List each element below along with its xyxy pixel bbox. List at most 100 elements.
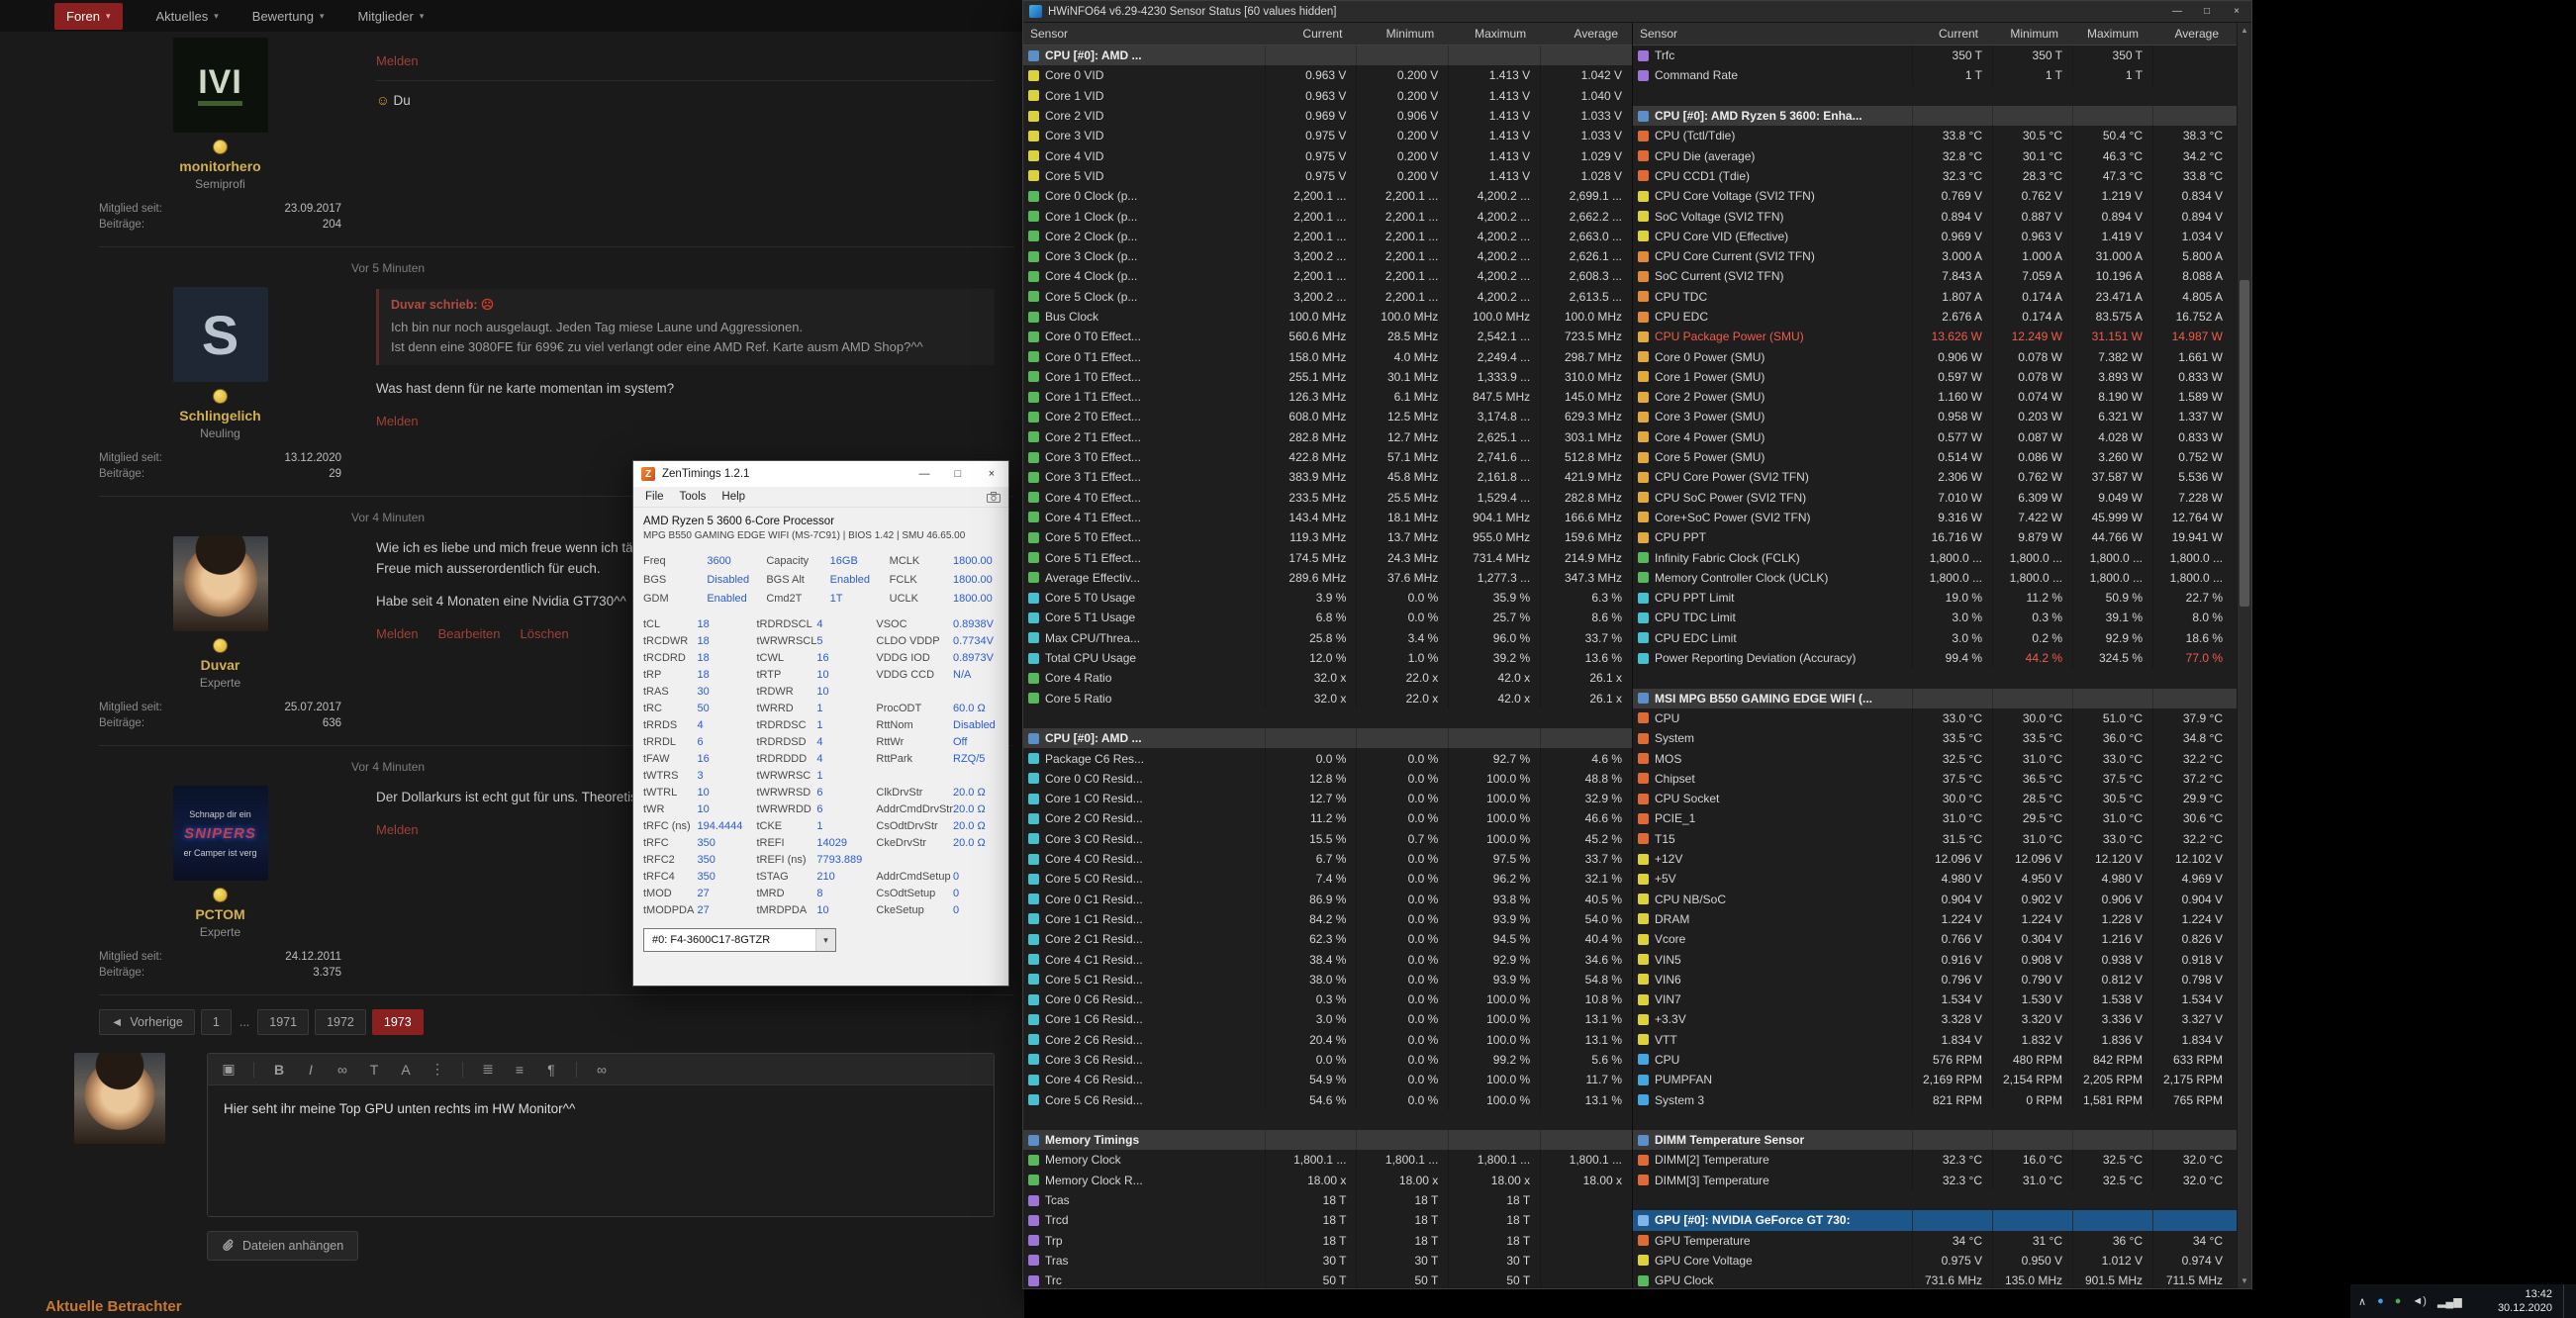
sensor-row[interactable]: PUMPFAN2,169 RPM2,154 RPM2,205 RPM2,175 … [1633, 1070, 2237, 1089]
sensor-row[interactable]: CPU Socket30.0 °C28.5 °C30.5 °C29.9 °C [1633, 789, 2237, 808]
sensor-row[interactable]: Core 0 Clock (p...2,200.1 ...2,200.1 ...… [1023, 186, 1632, 206]
sensor-row[interactable]: Core 5 T1 Effect...174.5 MHz24.3 MHz731.… [1023, 547, 1632, 567]
sensor-row[interactable]: Package C6 Res...0.0 %0.0 %92.7 %4.6 % [1023, 748, 1632, 768]
scrollbar[interactable]: ▲ ▼ [2237, 23, 2251, 1288]
link-button[interactable]: ∞ [335, 1062, 349, 1078]
sensor-row[interactable]: CPU (Tctl/Tdie)33.8 °C30.5 °C50.4 °C38.3… [1633, 126, 2237, 145]
löschen-link[interactable]: Löschen [521, 626, 569, 641]
sensor-row[interactable]: Tcas18 T18 T18 T [1023, 1190, 1632, 1210]
sensor-section-row[interactable]: MSI MPG B550 GAMING EDGE WIFI (... [1633, 689, 2237, 708]
sensor-row[interactable]: CPU PPT Limit19.0 %11.2 %50.9 %22.7 % [1633, 588, 2237, 608]
sensor-row[interactable]: Core 1 Power (SMU)0.597 W0.078 W3.893 W0… [1633, 367, 2237, 387]
sensor-row[interactable]: CPU576 RPM480 RPM842 RPM633 RPM [1633, 1050, 2237, 1070]
sensor-row[interactable]: Core 1 C6 Resid...3.0 %0.0 %100.0 %13.1 … [1023, 1009, 1632, 1029]
sensor-row[interactable]: CPU EDC2.676 A0.174 A83.575 A16.752 A [1633, 307, 2237, 327]
sensor-row[interactable]: Core 0 T1 Effect...158.0 MHz4.0 MHz2,249… [1023, 346, 1632, 366]
sensor-row[interactable]: Core 5 Clock (p...3,200.2 ...2,200.1 ...… [1023, 287, 1632, 307]
page-button-1973[interactable]: 1973 [372, 1009, 424, 1035]
melden-link[interactable]: Melden [376, 53, 419, 68]
sensor-row[interactable]: VTT1.834 V1.832 V1.836 V1.834 V [1633, 1030, 2237, 1050]
sensor-row[interactable]: Core 5 T0 Effect...119.3 MHz13.7 MHz955.… [1023, 527, 1632, 547]
sensor-row[interactable]: Core 1 C1 Resid...84.2 %0.0 %93.9 %54.0 … [1023, 909, 1632, 929]
sensor-row[interactable]: PCIE_131.0 °C29.5 °C31.0 °C30.6 °C [1633, 808, 2237, 828]
zentimings-titlebar[interactable]: Z ZenTimings 1.2.1 — □ × [633, 461, 1008, 487]
sensor-row[interactable]: Core 5 T0 Usage3.9 %0.0 %35.9 %6.3 % [1023, 588, 1632, 608]
sensor-row[interactable]: Core 4 Power (SMU)0.577 W0.087 W4.028 W0… [1633, 427, 2237, 447]
menu-tools[interactable]: Tools [672, 491, 715, 503]
sensor-row[interactable]: SoC Voltage (SVI2 TFN)0.894 V0.887 V0.89… [1633, 206, 2237, 226]
sensor-row[interactable]: Core 5 C0 Resid...7.4 %0.0 %96.2 %32.1 % [1023, 869, 1632, 889]
sensor-row[interactable]: Core 0 C6 Resid...0.3 %0.0 %100.0 %10.8 … [1023, 989, 1632, 1009]
attach-files-button[interactable]: Dateien anhängen [207, 1231, 358, 1261]
page-button-1971[interactable]: 1971 [257, 1009, 309, 1035]
sensor-row[interactable]: DRAM1.224 V1.224 V1.228 V1.224 V [1633, 909, 2237, 929]
sensor-row[interactable]: DIMM[3] Temperature32.3 °C31.0 °C32.5 °C… [1633, 1171, 2237, 1190]
sensor-row[interactable]: Core 2 T0 Effect...608.0 MHz12.5 MHz3,17… [1023, 407, 1632, 426]
sensor-row[interactable]: VIN50.916 V0.908 V0.938 V0.918 V [1633, 949, 2237, 969]
current-user-avatar[interactable] [74, 1053, 165, 1144]
volume-icon[interactable]: ◄) [2412, 1295, 2427, 1307]
list-button[interactable]: ≣ [481, 1061, 495, 1078]
sensor-row[interactable]: Memory Clock1,800.1 ...1,800.1 ...1,800.… [1023, 1150, 1632, 1170]
sensor-row[interactable]: Power Reporting Deviation (Accuracy)99.4… [1633, 648, 2237, 668]
sensor-row[interactable]: Core 1 C0 Resid...12.7 %0.0 %100.0 %32.9… [1023, 789, 1632, 808]
network-icon[interactable]: ▂▄▆ [2437, 1295, 2462, 1308]
taskbar-clock[interactable]: 13:42 30.12.2020 [2498, 1287, 2552, 1316]
scroll-up-icon[interactable]: ▲ [2238, 23, 2251, 38]
sensor-row[interactable]: Memory Clock R...18.00 x18.00 x18.00 x18… [1023, 1171, 1632, 1190]
page-button-1972[interactable]: 1972 [315, 1009, 366, 1035]
sensor-row[interactable]: Core 2 Clock (p...2,200.1 ...2,200.1 ...… [1023, 227, 1632, 246]
sensor-row[interactable]: GPU Clock731.6 MHz135.0 MHz901.5 MHz711.… [1633, 1271, 2237, 1288]
sensor-row[interactable]: CPU TDC1.807 A0.174 A23.471 A4.805 A [1633, 287, 2237, 307]
sensor-row[interactable]: Infinity Fabric Clock (FCLK)1,800.0 ...1… [1633, 547, 2237, 567]
sensor-section-row[interactable]: CPU [#0]: AMD ... [1023, 728, 1632, 748]
sensor-row[interactable]: CPU TDC Limit3.0 %0.3 %39.1 %8.0 % [1633, 608, 2237, 627]
sensor-row[interactable]: VIN60.796 V0.790 V0.812 V0.798 V [1633, 970, 2237, 989]
sensor-row[interactable]: CPU Core Voltage (SVI2 TFN)0.769 V0.762 … [1633, 186, 2237, 206]
sensor-row[interactable]: +12V12.096 V12.096 V12.120 V12.102 V [1633, 849, 2237, 869]
sensor-row[interactable]: CPU EDC Limit3.0 %0.2 %92.9 %18.6 % [1633, 628, 2237, 648]
nav-item-aktuelles[interactable]: Aktuelles▾ [156, 9, 219, 24]
sensor-row[interactable]: +3.3V3.328 V3.320 V3.336 V3.327 V [1633, 1009, 2237, 1029]
screenshot-camera-icon[interactable] [987, 492, 1001, 503]
scrollbar-thumb[interactable] [2240, 280, 2249, 607]
sensor-row[interactable]: Core 5 T1 Usage6.8 %0.0 %25.7 %8.6 % [1023, 608, 1632, 627]
menu-help[interactable]: Help [714, 491, 753, 503]
melden-link[interactable]: Melden [376, 626, 419, 641]
sensor-row[interactable]: T1531.5 °C31.0 °C33.0 °C32.2 °C [1633, 829, 2237, 849]
sensor-row[interactable]: CPU Core VID (Effective)0.969 V0.963 V1.… [1633, 227, 2237, 246]
avatar[interactable] [173, 536, 268, 631]
sensor-row[interactable]: CPU CCD1 (Tdie)32.3 °C28.3 °C47.3 °C33.8… [1633, 166, 2237, 186]
scroll-down-icon[interactable]: ▼ [2238, 1273, 2251, 1288]
sensor-row[interactable]: Core 4 C0 Resid...6.7 %0.0 %97.5 %33.7 % [1023, 849, 1632, 869]
bold-button[interactable]: B [272, 1062, 286, 1078]
italic-button[interactable]: I [304, 1062, 318, 1078]
sensor-row[interactable]: CPU PPT16.716 W9.879 W44.766 W19.941 W [1633, 527, 2237, 547]
sensor-row[interactable]: Core 2 VID0.969 V0.906 V1.413 V1.033 V [1023, 106, 1632, 126]
paragraph-button[interactable]: ¶ [544, 1062, 558, 1078]
sensor-row[interactable]: DIMM[2] Temperature32.3 °C16.0 °C32.5 °C… [1633, 1150, 2237, 1170]
previous-page-button[interactable]: ◄Vorherige [99, 1009, 195, 1035]
maximize-button[interactable]: □ [2192, 1, 2222, 22]
sensor-row[interactable]: Command Rate1 T1 T1 T [1633, 65, 2237, 85]
sensor-row[interactable]: System 3821 RPM0 RPM1,581 RPM765 RPM [1633, 1089, 2237, 1109]
menu-file[interactable]: File [637, 491, 672, 503]
sensor-row[interactable]: Max CPU/Threa...25.8 %3.4 %96.0 %33.7 % [1023, 628, 1632, 648]
sensor-row[interactable]: SoC Current (SVI2 TFN)7.843 A7.059 A10.1… [1633, 266, 2237, 286]
sensor-row[interactable]: Bus Clock100.0 MHz100.0 MHz100.0 MHz100.… [1023, 307, 1632, 327]
username-link[interactable]: Duvar [201, 657, 240, 673]
sensor-row[interactable]: +5V4.980 V4.950 V4.980 V4.969 V [1633, 869, 2237, 889]
sensor-row[interactable]: CPU Package Power (SMU)13.626 W12.249 W3… [1633, 327, 2237, 346]
username-link[interactable]: Schlingelich [179, 408, 260, 424]
sensor-row[interactable]: Core 4 C6 Resid...54.9 %0.0 %100.0 %11.7… [1023, 1070, 1632, 1089]
antivirus-icon[interactable]: ● [2395, 1295, 2402, 1307]
sensor-row[interactable]: Memory Controller Clock (UCLK)1,800.0 ..… [1633, 568, 2237, 588]
sensor-row[interactable]: MOS32.5 °C31.0 °C33.0 °C32.2 °C [1633, 748, 2237, 768]
close-button[interactable]: × [2222, 1, 2251, 22]
sensor-row[interactable]: Core 1 T0 Effect...255.1 MHz30.1 MHz1,33… [1023, 367, 1632, 387]
close-button[interactable]: × [975, 461, 1008, 487]
sensor-row[interactable]: Core 0 T0 Effect...560.6 MHz28.5 MHz2,54… [1023, 327, 1632, 346]
melden-link[interactable]: Melden [376, 822, 419, 837]
more-button[interactable]: ⋮ [430, 1061, 444, 1078]
sensor-row[interactable]: Trcd18 T18 T18 T [1023, 1210, 1632, 1230]
